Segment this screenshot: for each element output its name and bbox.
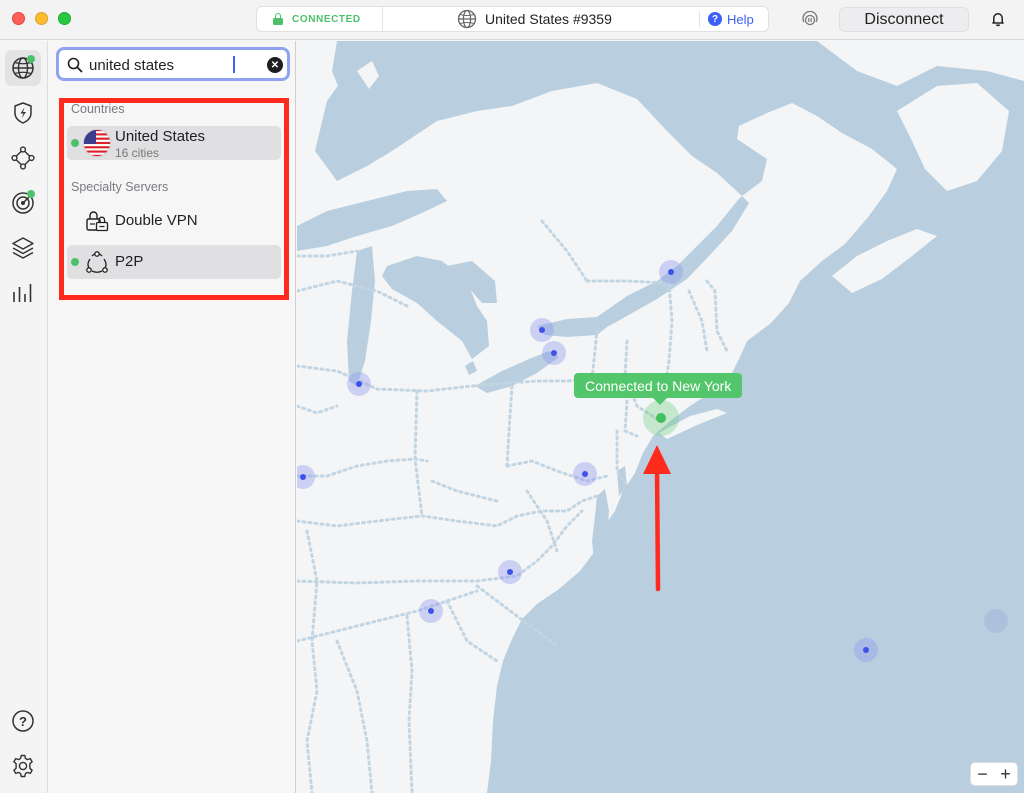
minimize-window-button[interactable]	[35, 12, 48, 25]
disconnect-button[interactable]: Disconnect	[839, 7, 969, 32]
james-bay	[332, 41, 407, 141]
pause-connection-icon[interactable]	[801, 11, 819, 27]
server-map[interactable]: Connected to New York − +	[297, 41, 1024, 793]
status-dot	[27, 55, 35, 63]
threat-protection-icon	[14, 102, 32, 124]
meshnet-icon	[11, 146, 35, 170]
notifications-bell-icon[interactable]	[990, 11, 1006, 27]
hudson-strait-land	[457, 41, 527, 86]
connection-status-bar: CONNECTED United States #9359 ? Help	[256, 6, 769, 32]
rail-dark-web-monitor-button[interactable]	[5, 185, 41, 221]
newfoundland	[897, 83, 1009, 191]
zoom-in-button[interactable]: +	[1000, 764, 1011, 785]
lock-icon	[273, 13, 283, 25]
app-window: CONNECTED United States #9359 ? Help Dis…	[0, 0, 1024, 793]
divider	[699, 11, 700, 27]
zoom-out-button[interactable]: −	[977, 764, 988, 785]
help-icon: ?	[708, 12, 722, 26]
server-pin[interactable]	[984, 609, 1008, 633]
rail-meshnet-button[interactable]	[5, 140, 41, 176]
help-glyph: ?	[19, 714, 27, 729]
search-panel: ✕ Countries United Sta	[49, 41, 296, 793]
connection-status: CONNECTED	[257, 7, 383, 31]
annotation-arrow	[643, 445, 671, 592]
zoom-window-button[interactable]	[58, 12, 71, 25]
connected-location-pin[interactable]	[643, 400, 679, 436]
server-pin[interactable]	[530, 318, 554, 342]
zoom-control: − +	[970, 762, 1018, 786]
help-link[interactable]: ? Help	[708, 7, 754, 31]
search-field[interactable]: ✕	[56, 47, 290, 81]
settings-gear-icon	[13, 754, 33, 778]
annotation-highlight-box	[59, 98, 289, 300]
server-pin[interactable]	[573, 462, 597, 486]
clear-search-icon[interactable]: ✕	[267, 57, 283, 73]
server-pin[interactable]	[419, 599, 443, 623]
nav-rail: ?	[0, 41, 48, 793]
server-pin[interactable]	[854, 638, 878, 662]
layers-icon	[12, 237, 34, 259]
current-server[interactable]: United States #9359	[457, 7, 612, 31]
server-pin[interactable]	[542, 341, 566, 365]
rail-settings-button[interactable]	[5, 748, 41, 784]
current-server-name: United States #9359	[485, 11, 612, 27]
status-dot	[27, 190, 35, 198]
connected-location-label: Connected to New York	[574, 373, 743, 405]
stats-icon	[13, 284, 32, 302]
help-circle-icon: ?	[12, 710, 34, 732]
rail-stats-button[interactable]	[5, 275, 41, 311]
server-pin[interactable]	[659, 260, 683, 284]
rail-threat-protection-button[interactable]	[5, 95, 41, 131]
close-window-button[interactable]	[12, 12, 25, 25]
server-pin[interactable]	[347, 372, 371, 396]
title-bar: CONNECTED United States #9359 ? Help Dis…	[0, 0, 1024, 40]
search-icon	[67, 57, 83, 73]
land-mass	[297, 41, 897, 793]
connection-status-text: CONNECTED	[292, 13, 361, 25]
labrador	[817, 41, 1024, 86]
text-caret	[233, 56, 235, 73]
rail-help-button[interactable]: ?	[5, 703, 41, 739]
help-label: Help	[727, 11, 754, 27]
server-pin[interactable]	[498, 560, 522, 584]
rail-layers-button[interactable]	[5, 230, 41, 266]
rail-globe-button[interactable]	[5, 50, 41, 86]
globe-icon	[457, 9, 477, 29]
